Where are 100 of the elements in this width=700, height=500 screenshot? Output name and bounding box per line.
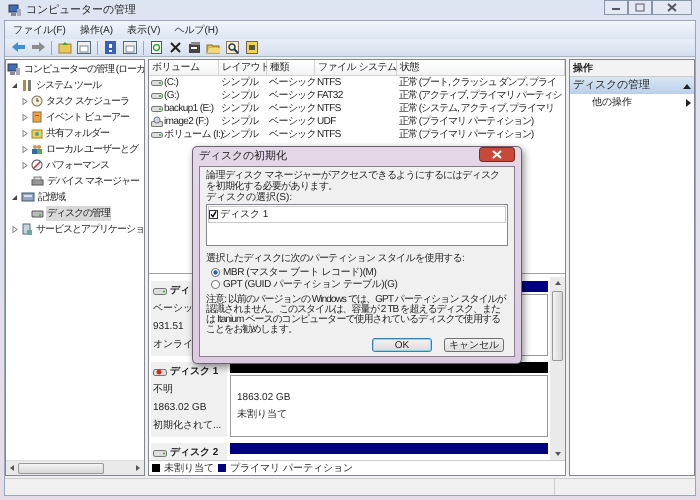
back-icon[interactable] bbox=[11, 40, 27, 55]
collapse-icon[interactable] bbox=[683, 82, 691, 88]
disk-detail: 不明 bbox=[153, 383, 173, 397]
tree-item[interactable]: 共有フォルダー bbox=[45, 126, 110, 140]
close-icon[interactable] bbox=[652, 0, 692, 15]
collapsed-arrow-icon[interactable] bbox=[20, 144, 29, 154]
tree-item[interactable]: タスク スケジューラ bbox=[45, 94, 130, 108]
table-cell-text: 正常 (ブート, クラッシュ ダンプ, プライ bbox=[399, 76, 556, 90]
table-cell-text: NTFS bbox=[317, 128, 341, 142]
dialog-button[interactable]: キャンセル bbox=[444, 338, 504, 352]
section-title: ディスクの管理 bbox=[573, 78, 650, 94]
dialog-message: 論理ディスク マネージャーがアクセスできるようにするにはディスクを初期化する必要があります。 bbox=[206, 170, 501, 192]
table-cell-text: (C:) bbox=[164, 76, 178, 90]
collapsed-arrow-icon[interactable] bbox=[20, 96, 29, 106]
scrollbar-thumb[interactable] bbox=[18, 462, 104, 474]
collapsed-arrow-icon[interactable] bbox=[20, 160, 29, 170]
disk-detail: 931.51 bbox=[153, 320, 184, 334]
log-icon bbox=[31, 111, 43, 123]
expanded-arrow-icon[interactable] bbox=[10, 80, 19, 90]
dialog-button[interactable]: OK bbox=[372, 338, 432, 352]
table-cell-text: (G:) bbox=[164, 89, 179, 103]
printer-icon bbox=[31, 175, 44, 187]
table-cell-text: FAT32 bbox=[317, 89, 343, 103]
storage-icon bbox=[21, 191, 35, 203]
scroll-up-icon[interactable] bbox=[554, 279, 562, 287]
disk-warning-icon bbox=[153, 366, 167, 376]
column-header[interactable]: 種類 bbox=[267, 60, 315, 75]
radio-label[interactable]: MBR (マスター ブート レコード)(M) bbox=[223, 264, 376, 280]
no-entry-icon bbox=[31, 159, 43, 171]
collapsed-arrow-icon[interactable] bbox=[10, 224, 19, 234]
radio-icon[interactable] bbox=[211, 280, 220, 288]
partition-box[interactable]: 1863.02 GB 未割り当て bbox=[230, 375, 548, 437]
table-cell-text: NTFS bbox=[317, 76, 341, 90]
table-cell-text: 正常 (プライマリ パーティション) bbox=[399, 114, 534, 128]
disk-name: ディ bbox=[170, 284, 190, 298]
tree-item[interactable]: パフォーマンス bbox=[45, 158, 110, 172]
disk-detail: ベーシッ bbox=[153, 302, 193, 316]
drive-icon bbox=[151, 92, 163, 100]
window-title: コンピューターの管理 bbox=[26, 2, 136, 18]
table-cell-text: 正常 (プライマリ パーティション) bbox=[399, 128, 534, 142]
optical-drive-icon bbox=[151, 116, 163, 127]
drive-icon bbox=[151, 104, 163, 112]
scroll-right-icon[interactable] bbox=[134, 464, 142, 472]
menu-item[interactable]: ヘルプ(H) bbox=[174, 22, 218, 38]
partition-size: 1863.02 GB bbox=[237, 391, 292, 405]
tree-item[interactable]: デバイス マネージャー bbox=[46, 174, 140, 188]
selected-radio-icon[interactable] bbox=[211, 268, 220, 276]
forward-icon[interactable] bbox=[30, 40, 46, 55]
column-header[interactable]: 状態 bbox=[397, 60, 565, 75]
horizontal-scrollbar[interactable] bbox=[6, 460, 144, 475]
panel-icon[interactable] bbox=[122, 40, 138, 55]
table-cell-text: ベーシック bbox=[269, 89, 316, 103]
menu-item[interactable]: ファイル(F) bbox=[13, 22, 66, 38]
list-label: ディスクの選択(S): bbox=[206, 192, 294, 204]
disk-list[interactable]: ディスク 1 bbox=[206, 204, 508, 246]
checked-checkbox-icon[interactable] bbox=[209, 210, 218, 219]
legend-label: プライマリ パーティション bbox=[230, 462, 353, 476]
table-cell-text: シンプル bbox=[221, 102, 259, 116]
scrollbar-thumb[interactable] bbox=[552, 291, 563, 361]
panel-icon[interactable] bbox=[76, 40, 92, 55]
vertical-scrollbar[interactable] bbox=[550, 277, 565, 460]
collapsed-arrow-icon[interactable] bbox=[20, 112, 29, 122]
menu-item[interactable]: 操作(A) bbox=[80, 22, 114, 38]
dialog-title: ディスクの初期化 bbox=[199, 148, 287, 164]
table-cell-text: image2 (F:) bbox=[164, 115, 209, 129]
column-header[interactable]: レイアウト bbox=[219, 60, 267, 75]
tree-item[interactable]: イベント ビューアー bbox=[45, 110, 130, 124]
column-header[interactable]: ボリューム bbox=[149, 60, 219, 75]
minimize-icon[interactable] bbox=[604, 0, 628, 15]
drive-icon bbox=[151, 130, 163, 138]
tree-item[interactable]: コンピューターの管理 (ローカ bbox=[23, 62, 144, 76]
list-item[interactable]: ディスク 1 bbox=[208, 206, 506, 223]
computer-icon bbox=[8, 4, 22, 16]
tree-item[interactable]: システム ツール bbox=[35, 78, 102, 92]
users-icon bbox=[31, 143, 43, 155]
refresh-icon[interactable] bbox=[149, 40, 165, 55]
services-icon bbox=[21, 222, 33, 236]
radio-group-label: 選択したディスクに次のパーティション スタイルを使用する: bbox=[206, 252, 466, 266]
maximize-icon[interactable] bbox=[628, 0, 652, 15]
table-cell-text: シンプル bbox=[221, 88, 259, 102]
close-icon[interactable] bbox=[479, 147, 515, 162]
action-link[interactable]: 他の操作 bbox=[592, 95, 632, 110]
tree-item[interactable]: ローカル ユーザーとグ bbox=[45, 142, 139, 156]
scroll-down-icon[interactable] bbox=[554, 450, 562, 458]
column-header[interactable]: ファイル システム bbox=[315, 60, 397, 75]
disk-name: ディスク 2 bbox=[170, 446, 218, 460]
radio-label[interactable]: GPT (GUID パーティション テーブル)(G) bbox=[223, 276, 398, 292]
tree-item[interactable]: サービスとアプリケーショ bbox=[35, 222, 144, 236]
scroll-left-icon[interactable] bbox=[8, 464, 16, 472]
actions-section[interactable]: ディスクの管理 bbox=[570, 77, 694, 94]
expanded-arrow-icon[interactable] bbox=[10, 192, 19, 202]
table-cell-text: backup1 (E:) bbox=[164, 102, 214, 116]
tree-item[interactable]: ディスクの管理 bbox=[46, 206, 111, 220]
tree-item[interactable]: 記憶域 bbox=[37, 190, 66, 204]
folder-icon[interactable] bbox=[57, 40, 73, 55]
table-cell-text: UDF bbox=[317, 115, 336, 129]
magnifier-icon[interactable] bbox=[225, 40, 241, 55]
menu-item[interactable]: 表示(V) bbox=[127, 22, 160, 38]
collapsed-arrow-icon[interactable] bbox=[20, 128, 29, 138]
disk-name: ディスク 1 bbox=[170, 365, 218, 379]
